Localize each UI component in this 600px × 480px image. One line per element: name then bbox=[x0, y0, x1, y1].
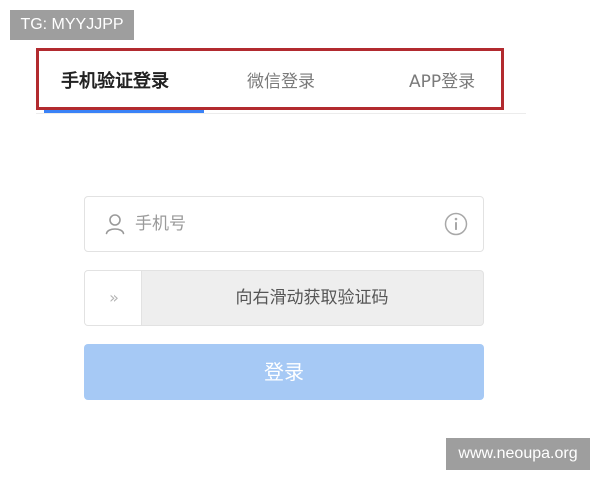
login-method-tabs: 手机验证登录 微信登录 APP登录 bbox=[36, 48, 504, 110]
info-icon[interactable] bbox=[444, 212, 468, 236]
slider-handle[interactable]: » bbox=[85, 271, 142, 325]
login-button[interactable]: 登录 bbox=[84, 344, 484, 400]
slide-to-verify: » 向右滑动获取验证码 bbox=[84, 270, 484, 326]
watermark-top: TG: MYYJJPP bbox=[10, 10, 134, 40]
tabs-divider bbox=[36, 113, 526, 114]
tab-app-login[interactable]: APP登录 bbox=[409, 71, 475, 93]
user-icon bbox=[104, 213, 126, 235]
tab-wechat-login[interactable]: 微信登录 bbox=[247, 71, 315, 93]
watermark-bottom: www.neoupa.org bbox=[446, 438, 590, 470]
phone-field[interactable] bbox=[84, 196, 484, 252]
phone-input[interactable] bbox=[135, 197, 435, 251]
double-chevron-right-icon: » bbox=[109, 288, 119, 307]
tab-sms-login[interactable]: 手机验证登录 bbox=[61, 71, 169, 93]
slider-label: 向右滑动获取验证码 bbox=[235, 288, 389, 308]
